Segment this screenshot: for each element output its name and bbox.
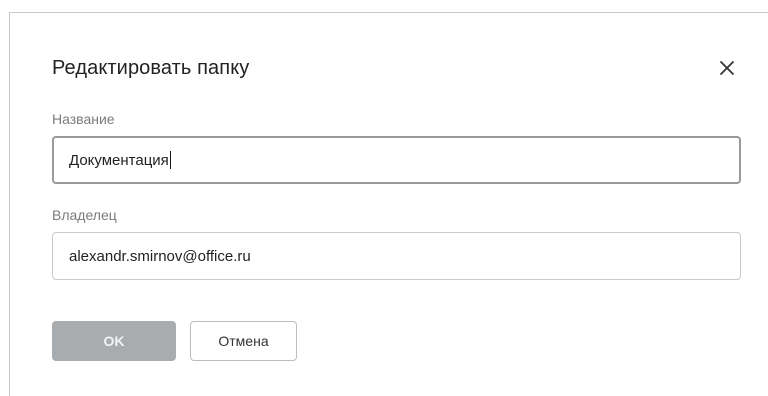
cancel-button[interactable]: Отмена	[190, 321, 297, 361]
edit-folder-dialog: Редактировать папку Название Документаци…	[9, 12, 768, 396]
ok-button[interactable]: OK	[52, 321, 176, 361]
name-input-value: Документация	[69, 151, 169, 169]
name-label: Название	[52, 111, 115, 127]
dialog-title: Редактировать папку	[52, 57, 250, 79]
close-icon	[716, 57, 738, 79]
owner-input[interactable]: alexandr.smirnov@office.ru	[52, 232, 741, 280]
owner-input-value: alexandr.smirnov@office.ru	[69, 247, 251, 265]
close-button[interactable]	[716, 57, 738, 79]
name-input[interactable]: Документация	[52, 136, 741, 184]
owner-label: Владелец	[52, 207, 117, 223]
text-caret	[169, 151, 171, 169]
